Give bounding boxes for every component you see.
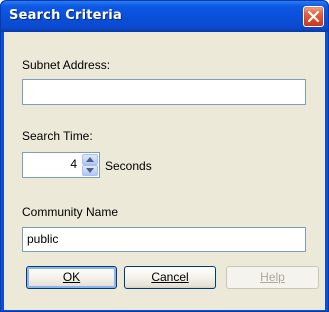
spin-down-button[interactable] bbox=[82, 165, 98, 176]
search-time-stepper[interactable]: 4 bbox=[22, 152, 100, 178]
arrow-up-icon bbox=[86, 157, 94, 162]
search-time-value[interactable]: 4 bbox=[70, 157, 77, 171]
help-button-label: Help bbox=[260, 270, 285, 284]
dialog-title: Search Criteria bbox=[9, 8, 122, 23]
arrow-down-icon bbox=[86, 168, 94, 173]
close-icon bbox=[307, 10, 320, 23]
seconds-label: Seconds bbox=[105, 159, 152, 173]
help-button[interactable]: Help bbox=[226, 266, 319, 289]
subnet-address-input[interactable] bbox=[22, 79, 306, 105]
cancel-button-label: Cancel bbox=[151, 270, 189, 284]
ok-button-label: OK bbox=[62, 270, 81, 284]
cancel-button[interactable]: Cancel bbox=[124, 266, 216, 289]
dialog-body: Subnet Address: Search Time: 4 Seconds C… bbox=[4, 32, 325, 310]
ok-button[interactable]: OK bbox=[26, 266, 117, 289]
community-name-input[interactable]: public bbox=[22, 227, 306, 252]
title-bar[interactable]: Search Criteria bbox=[1, 1, 328, 32]
community-name-label: Community Name bbox=[22, 205, 119, 219]
search-criteria-dialog: Search Criteria Subnet Address: Search T… bbox=[0, 0, 329, 312]
subnet-address-label: Subnet Address: bbox=[22, 58, 111, 72]
close-button[interactable] bbox=[303, 6, 324, 27]
spin-up-button[interactable] bbox=[82, 154, 98, 165]
search-time-label: Search Time: bbox=[22, 129, 93, 143]
